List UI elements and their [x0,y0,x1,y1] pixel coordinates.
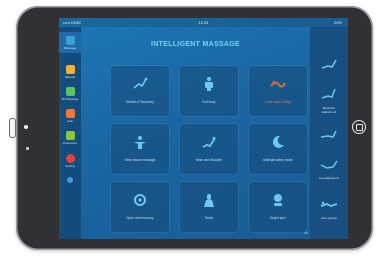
tile-label: Relax [204,216,214,220]
tile-relax[interactable]: Relax [180,182,238,232]
tile-stretch[interactable]: Stretch & Recovery [111,66,169,116]
left-nav: Massage Manual 3D Massage Auto Customize… [59,27,81,239]
auto-icon [65,109,75,118]
status-bar: ••••• KDDI 12:34 20% [59,18,348,27]
recline-option-3[interactable] [316,127,342,146]
nav-item-home[interactable] [59,177,81,183]
zero-gravity-icon [320,201,338,207]
volume-button[interactable] [9,118,16,138]
clock-label: 12:34 [198,20,209,25]
corner-label[interactable]: ok [304,231,308,235]
nav-label: Manual [65,75,75,79]
manual-icon [65,65,75,74]
customize-icon [65,131,75,140]
tile-full-body[interactable]: Full body [180,66,238,116]
tile-label: Midnight sleep mode [263,158,293,162]
full-body-icon [205,77,213,91]
nav-label: Setting [65,164,75,168]
leg-adjustment[interactable]: Leg adjustment [316,157,342,180]
right-label: Backrest adjustment [321,106,337,114]
right-label: Zero gravity [321,216,337,220]
right-label: Leg adjustment [318,176,340,180]
recline-1-icon [321,59,337,69]
app-screen: ••••• KDDI 12:34 20% Massage Manual 3D M… [59,18,348,239]
bright-spot-icon [274,194,282,206]
relax-icon [204,194,214,207]
tile-label: Neck and shoulder [195,158,223,162]
recline-3-icon [320,130,337,138]
neck-shoulder-icon [202,136,216,148]
massage-icon [65,36,75,45]
recline-option-1[interactable] [316,57,342,76]
tile-deep-tissue[interactable]: Deep tissue massage [111,124,169,174]
tile-label: Lower back & thigh [264,100,292,104]
tile-neck-shoulder[interactable]: Neck and shoulder [180,124,238,174]
zero-gravity[interactable]: Zero gravity [316,197,342,220]
nav-label: Customize [62,141,78,145]
recline-4-icon [320,160,338,169]
tile-label: Bright spot [270,216,286,220]
tile-bright-spot[interactable]: Bright spot [249,182,307,232]
lower-back-icon [270,80,286,88]
nav-item-massage[interactable]: Massage [59,32,81,53]
nav-item-3d[interactable]: 3D Massage [59,87,81,101]
tile-label: Sport and recovery [126,216,154,220]
tile-sport[interactable]: Sport and recovery [111,182,169,232]
home-button[interactable] [352,120,366,134]
camera-dot [24,125,28,129]
nav-label: Massage [63,46,77,50]
deep-tissue-icon [134,136,146,149]
right-adjust-bar: Backrest adjustment Leg adjustment Zero … [310,27,348,239]
battery-label: 20% [333,20,342,25]
tile-label: Full body [202,100,216,104]
sleep-icon [272,135,284,148]
tile-label: Stretch & Recovery [126,100,154,104]
nav-label: Auto [66,119,74,123]
stretch-icon [133,77,148,89]
page-title: INTELLIGENT MASSAGE [151,41,240,48]
tile-label: Deep tissue massage [124,158,156,162]
nav-item-setting[interactable]: Setting [59,154,81,168]
recline-2-icon [321,88,336,99]
backrest-adjustment[interactable]: Backrest adjustment [316,87,342,114]
nav-item-manual[interactable]: Manual [59,65,81,79]
nav-item-customize[interactable]: Customize [59,131,81,145]
3d-icon [65,87,75,96]
home-icon [67,177,73,183]
nav-label: 3D Massage [61,97,79,101]
nav-item-auto[interactable]: Auto [59,109,81,123]
sensor-dot [26,147,29,150]
setting-icon [65,154,75,163]
tile-sleep[interactable]: Midnight sleep mode [249,124,307,174]
tile-lower-back[interactable]: Lower back & thigh [249,66,307,116]
sport-icon [134,194,146,206]
